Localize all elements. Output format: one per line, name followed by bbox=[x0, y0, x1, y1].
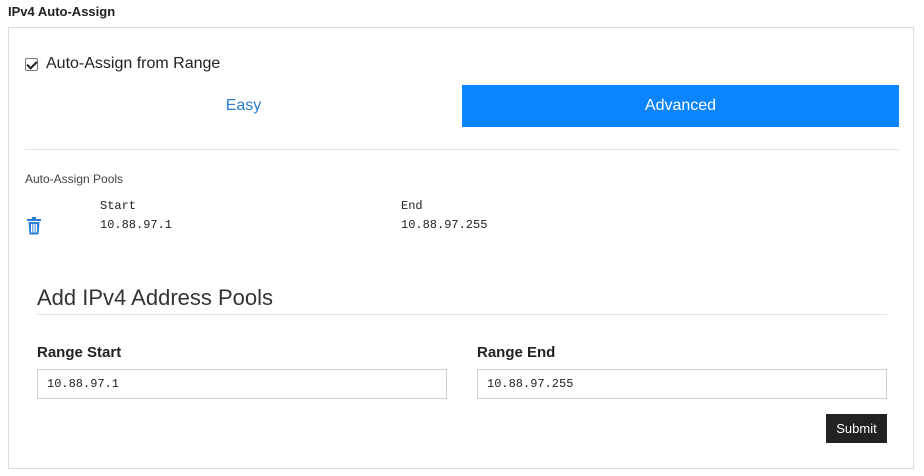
tab-advanced[interactable]: Advanced bbox=[462, 85, 899, 127]
range-end-input[interactable] bbox=[477, 369, 887, 399]
range-start-input[interactable] bbox=[37, 369, 447, 399]
divider bbox=[25, 149, 899, 150]
range-start-label: Range Start bbox=[37, 344, 122, 361]
auto-assign-checkbox-row[interactable]: Auto-Assign from Range bbox=[25, 55, 220, 73]
pool-end-value: 10.88.97.255 bbox=[401, 218, 488, 232]
section-title: IPv4 Auto-Assign bbox=[8, 4, 116, 19]
range-end-label: Range End bbox=[477, 344, 556, 361]
auto-assign-label: Auto-Assign from Range bbox=[46, 55, 221, 72]
tab-easy[interactable]: Easy bbox=[25, 85, 462, 127]
pool-end-header: End bbox=[401, 199, 423, 213]
pools-label: Auto-Assign Pools bbox=[25, 172, 124, 186]
add-pools-title: Add IPv4 Address Pools bbox=[37, 285, 274, 310]
add-pools-divider bbox=[37, 314, 887, 315]
submit-button[interactable]: Submit bbox=[826, 414, 887, 443]
trash-icon[interactable] bbox=[26, 217, 42, 235]
ipv4-auto-assign-panel: Auto-Assign from Range Easy Advanced Aut… bbox=[8, 27, 914, 469]
pool-start-header: Start bbox=[100, 199, 137, 213]
auto-assign-checkbox[interactable] bbox=[25, 57, 38, 71]
pool-start-value: 10.88.97.1 bbox=[100, 218, 173, 232]
mode-tabs: Easy Advanced bbox=[25, 85, 899, 127]
